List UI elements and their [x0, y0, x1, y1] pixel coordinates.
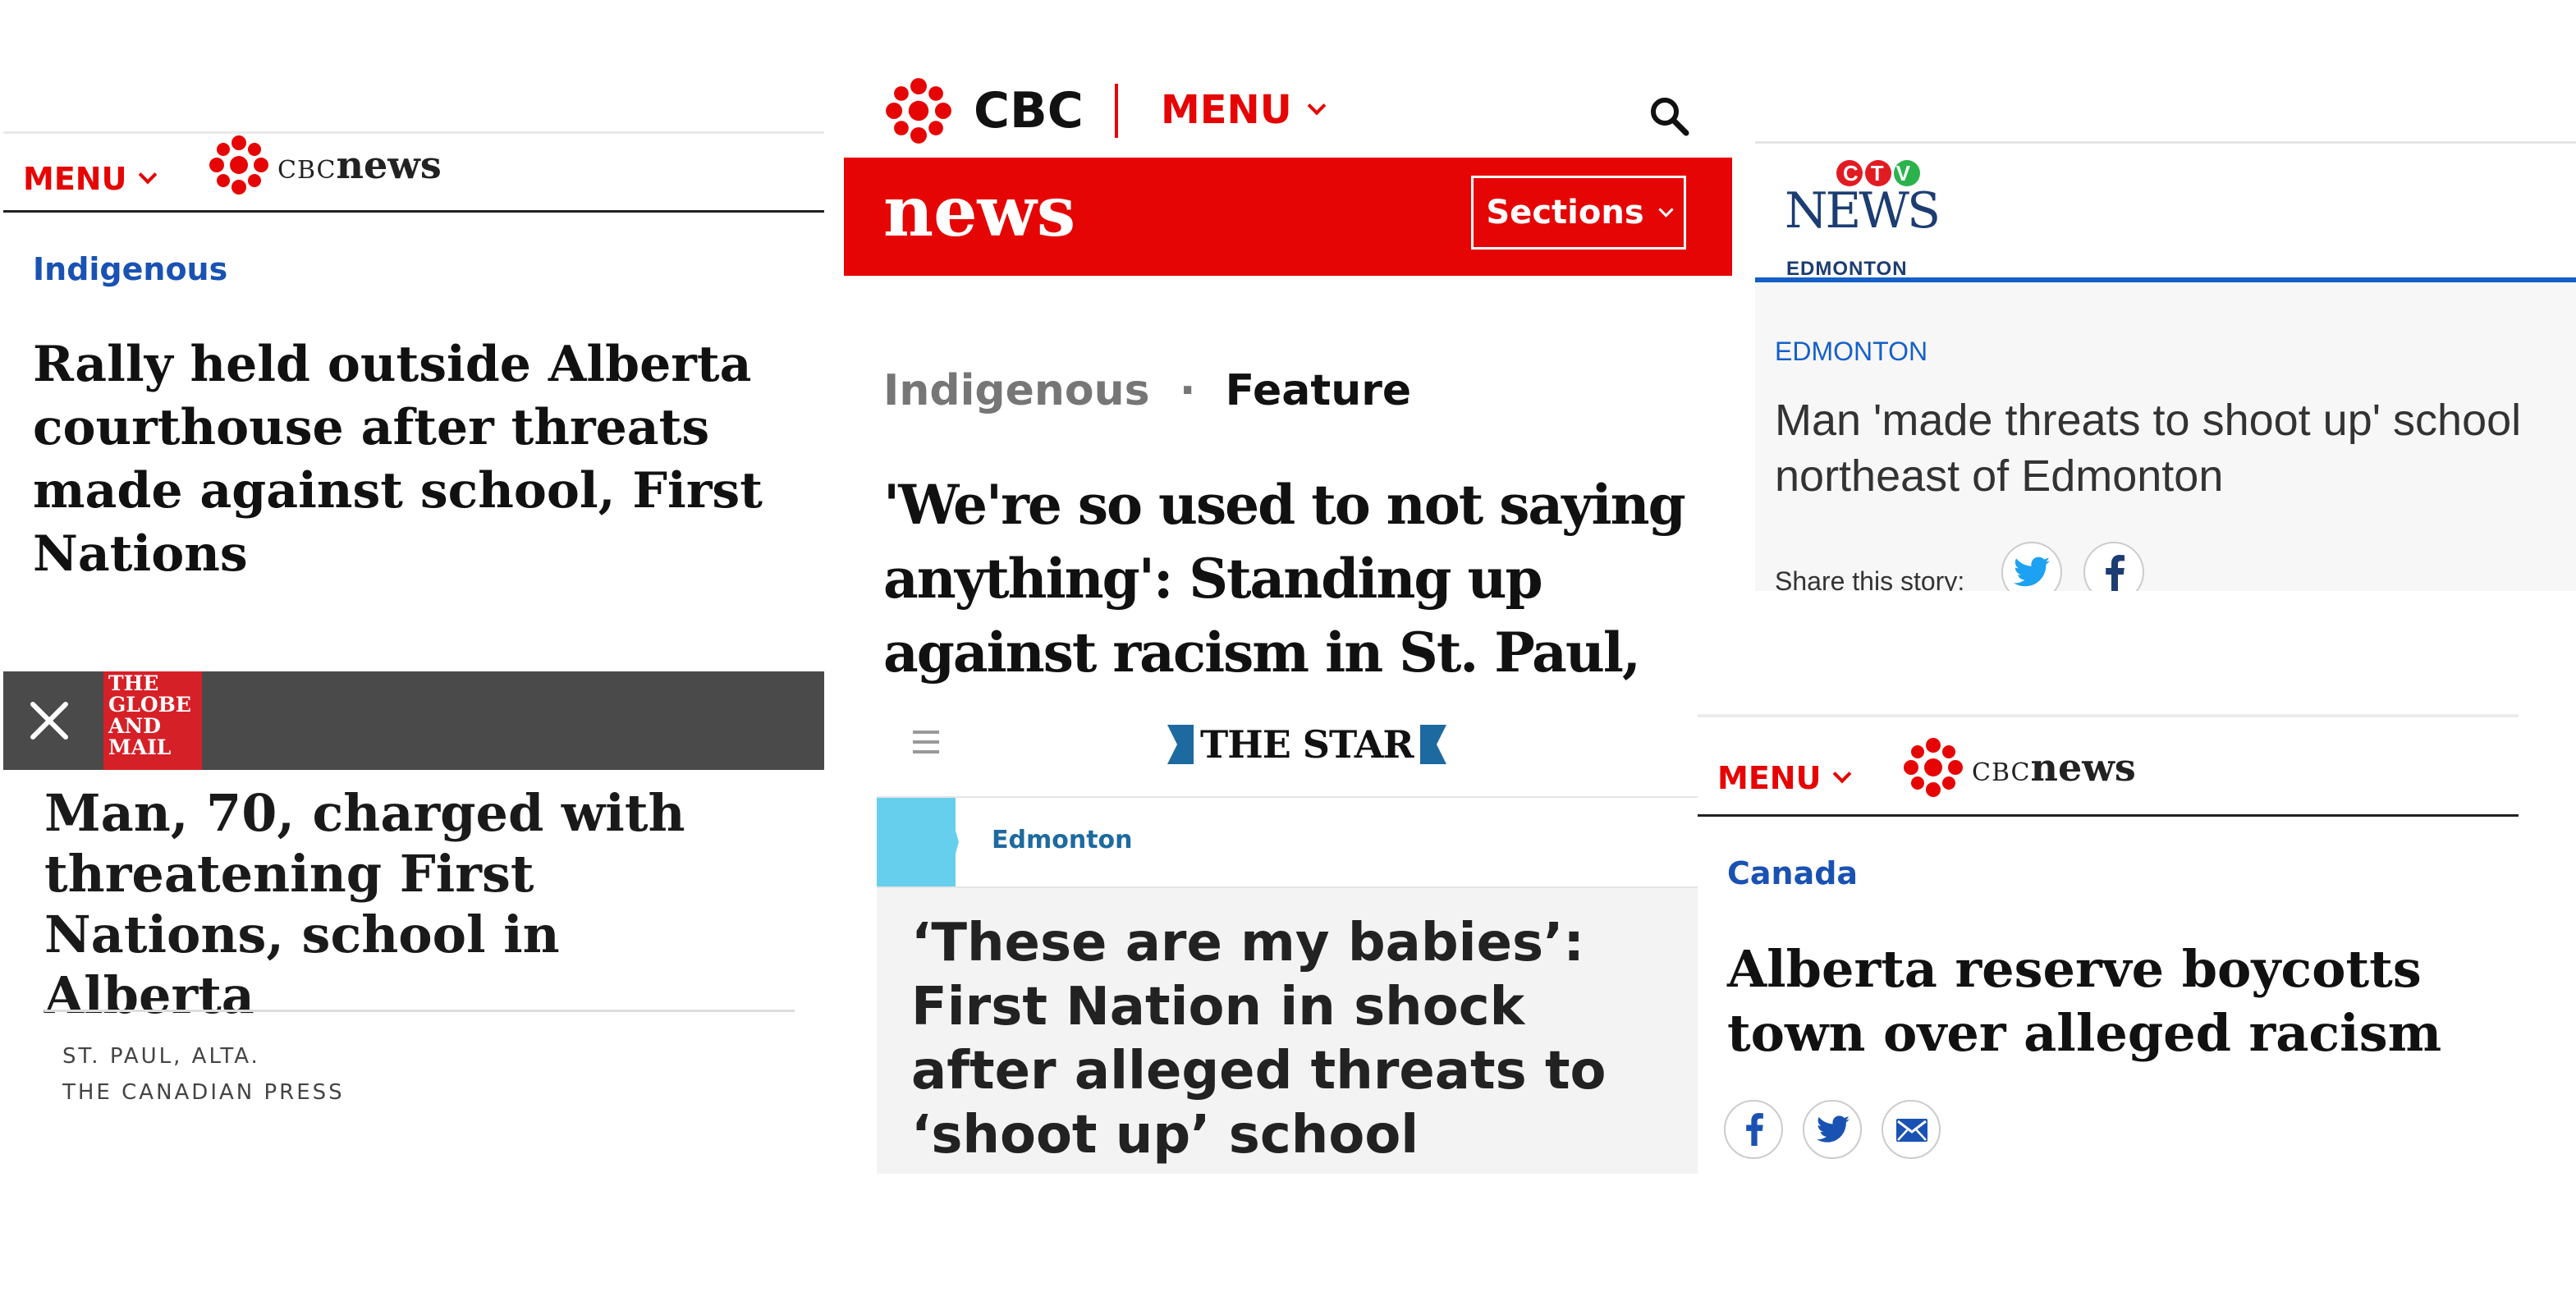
star-article: THE STAR Edmonton ‘These are my babies’:… [877, 706, 1698, 1174]
byline-divider [44, 1010, 795, 1012]
top-divider [3, 131, 824, 134]
facebook-icon[interactable] [2083, 542, 2144, 591]
news-label[interactable]: news [883, 171, 1075, 252]
globe-logo-line: GLOBE [108, 693, 191, 717]
ctv-news-text: NEWS [1785, 182, 1941, 240]
cbc-gem-icon [1904, 738, 1963, 797]
menu-label: MENU [1717, 760, 1822, 796]
header-rule [1698, 814, 2519, 817]
menu-label: MENU [1161, 87, 1292, 133]
type-label: Feature [1225, 366, 1412, 415]
globe-logo[interactable]: THE GLOBE AND MAIL [103, 671, 202, 770]
cbc-wordmark: CBC [974, 82, 1084, 140]
cbc-boycott-article: MENU CBCnews Canada Alberta reserve boyc… [1698, 714, 2519, 1174]
category-row: Indigenous · Feature [883, 366, 1411, 415]
content-area: EDMONTON Man 'made threats to shoot up' … [1755, 282, 2576, 591]
star-logo[interactable]: THE STAR [1167, 722, 1446, 767]
email-icon[interactable] [1882, 1100, 1941, 1159]
headline[interactable]: Man, 70, charged with threatening First … [44, 783, 767, 1026]
source: THE CANADIAN PRESS [62, 1080, 345, 1105]
top-divider [1698, 714, 2519, 717]
category-link[interactable]: Canada [1727, 855, 1858, 891]
headline[interactable]: ‘These are my babies’: First Nation in s… [911, 911, 1675, 1167]
cbc-rally-article: MENU CBCnews Indigenous Rally held outsi… [3, 131, 824, 665]
facebook-icon[interactable] [1724, 1100, 1783, 1159]
headline[interactable]: Man 'made threats to shoot up' school no… [1775, 392, 2546, 504]
cbc-feature-article: CBC MENU news Sections Indigenous · Feat… [844, 66, 1732, 698]
hamburger-icon[interactable] [911, 727, 941, 757]
section-link[interactable]: Edmonton [992, 826, 1133, 854]
twitter-icon[interactable] [1803, 1100, 1862, 1159]
search-icon[interactable] [1647, 94, 1693, 140]
ctv-logo[interactable]: CTV NEWS EDMONTON [1785, 159, 1941, 280]
chevron-down-icon [1307, 96, 1327, 116]
globe-header-bar: THE GLOBE AND MAIL [3, 671, 824, 770]
star-wordmark: THE STAR [1200, 722, 1414, 767]
top-divider [1755, 141, 2576, 144]
close-icon[interactable] [25, 696, 74, 745]
category-link[interactable]: Indigenous [883, 366, 1150, 415]
category-link[interactable]: Indigenous [33, 251, 227, 287]
category-separator: · [1179, 366, 1196, 415]
cbc-gem-icon [209, 135, 268, 195]
menu-button[interactable]: MENU [1717, 760, 1852, 796]
cbc-news-logo[interactable]: CBCnews [1903, 737, 2136, 798]
menu-button[interactable]: MENU [23, 161, 158, 197]
logo-news-text: news [336, 143, 442, 187]
sections-label: Sections [1486, 194, 1644, 231]
section-flag-icon [877, 798, 959, 886]
globe-article: THE GLOBE AND MAIL Man, 70, charged with… [3, 662, 824, 1154]
headline[interactable]: Alberta reserve boycotts town over alleg… [1727, 937, 2466, 1065]
section-bar: Edmonton [877, 798, 1698, 886]
brand-divider [1115, 84, 1118, 138]
logo-cbc-text: CBC [1972, 758, 2031, 787]
menu-button[interactable]: MENU [1161, 87, 1327, 133]
chevron-down-icon [139, 165, 158, 185]
section-link[interactable]: EDMONTON [1775, 337, 1927, 367]
sections-button[interactable]: Sections [1471, 176, 1686, 250]
headline[interactable]: Rally held outside Alberta courthouse af… [33, 333, 772, 586]
menu-label: MENU [23, 161, 127, 197]
cbc-gem-icon [886, 78, 951, 144]
headline[interactable]: 'We're so used to not saying anything': … [883, 468, 1704, 698]
header-rule [3, 210, 824, 213]
globe-logo-line: MAIL [108, 735, 172, 759]
dateline: ST. PAUL, ALTA. [62, 1044, 260, 1069]
headline-box: ‘These are my babies’: First Nation in s… [877, 886, 1698, 1174]
chevron-down-icon [1657, 201, 1674, 218]
globe-logo-line: THE [108, 671, 159, 695]
cbc-news-logo[interactable]: CBCnews [209, 135, 442, 195]
ctv-article: CTV NEWS EDMONTON EDMONTON Man 'made thr… [1755, 131, 2576, 591]
cbc-brand-logo[interactable]: CBC [885, 77, 1084, 144]
twitter-icon[interactable] [2001, 542, 2062, 591]
logo-cbc-text: CBC [277, 156, 337, 185]
star-flag-right-icon [1419, 725, 1446, 764]
chevron-down-icon [1833, 764, 1852, 784]
globe-logo-line: AND [108, 714, 161, 738]
share-label: Share this story: [1775, 566, 1965, 591]
star-flag-left-icon [1167, 725, 1194, 764]
news-bar: news Sections [844, 158, 1732, 276]
logo-news-text: news [2030, 745, 2136, 790]
